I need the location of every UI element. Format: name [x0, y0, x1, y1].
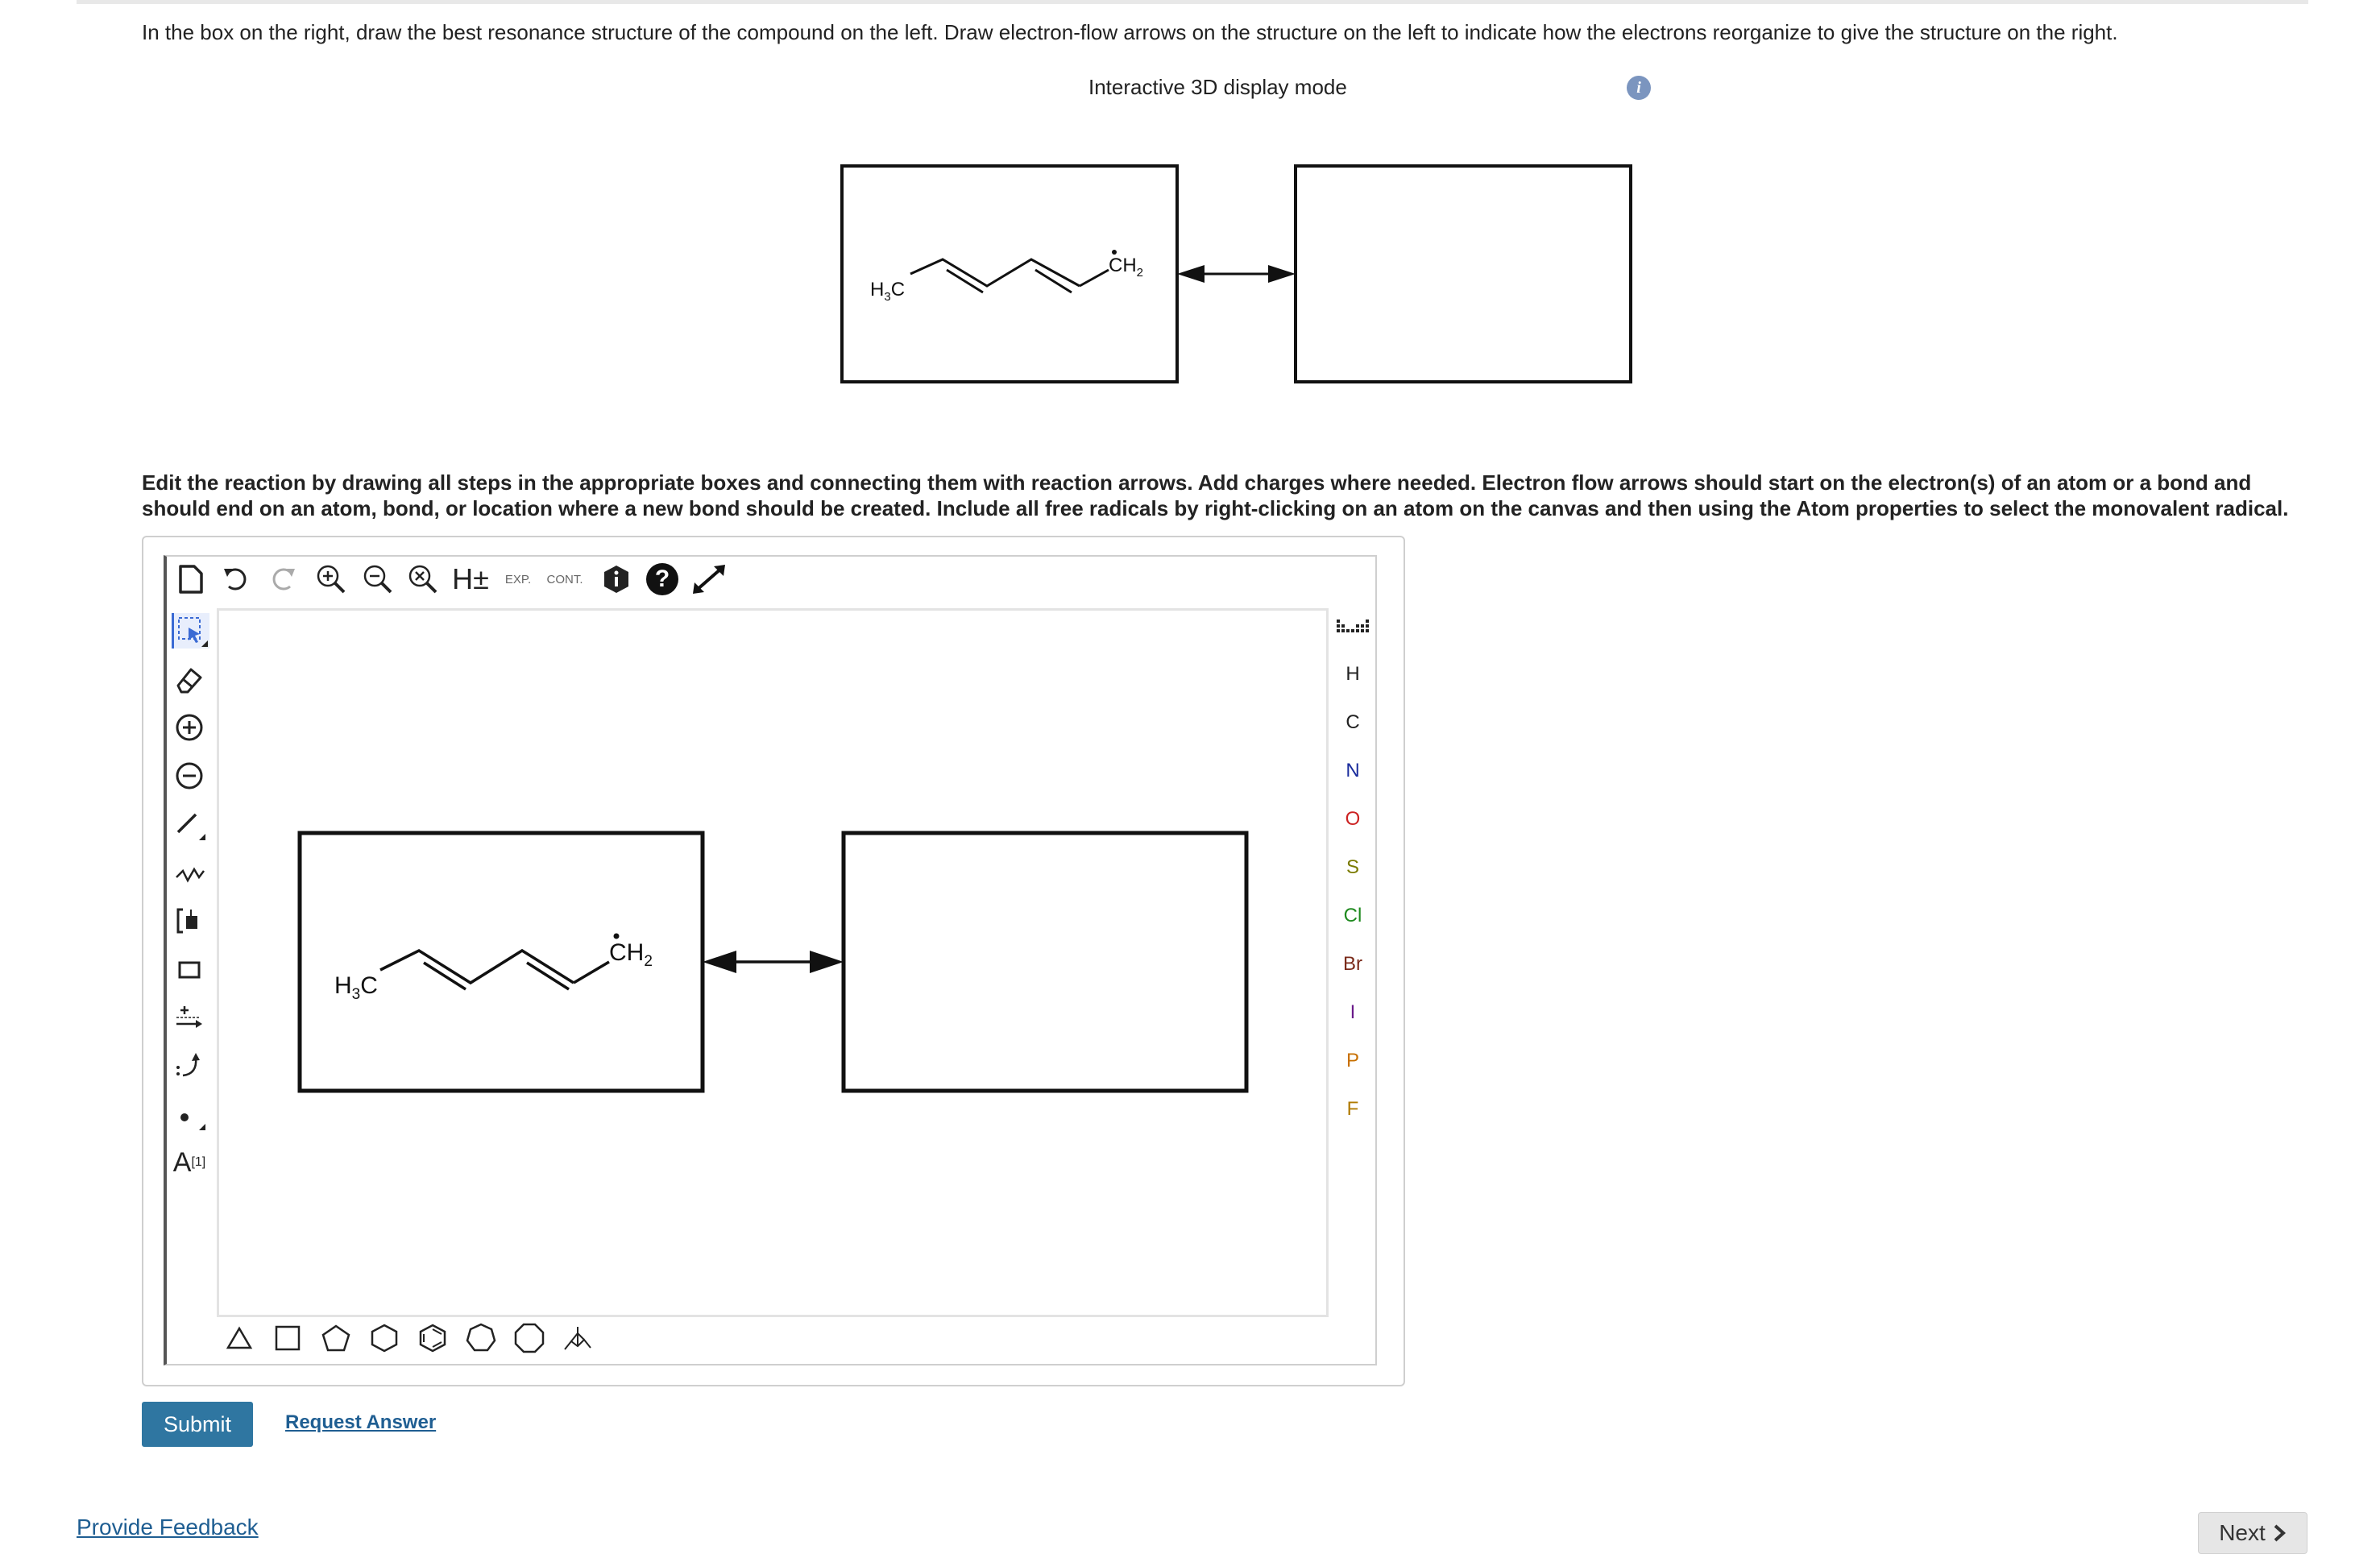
canvas-arrow-right-head — [810, 951, 844, 973]
radical-dot — [1112, 250, 1117, 255]
periodic-table-icon[interactable] — [1337, 616, 1369, 643]
canvas-arrow-left-head — [703, 951, 736, 973]
canvas-ch2-label: CH2 — [609, 939, 653, 970]
zoom-out-icon[interactable] — [360, 563, 396, 595]
display-mode-label[interactable]: Interactive 3D display mode — [1088, 75, 1347, 100]
canvas-molecule — [379, 948, 610, 991]
editor-instructions: Edit the reaction by drawing all steps i… — [142, 470, 2289, 520]
help-icon[interactable]: ? — [645, 563, 679, 595]
atom-p[interactable]: P — [1337, 1050, 1369, 1072]
chair-conformation-icon[interactable] — [562, 1320, 594, 1356]
canvas-radical-dot — [613, 933, 620, 939]
redo-icon[interactable] — [267, 563, 299, 595]
square-icon[interactable] — [272, 1320, 304, 1356]
rectangle-shape-icon[interactable] — [172, 951, 207, 987]
atom-f[interactable]: F — [1337, 1098, 1369, 1121]
electron-flow-arrow-icon[interactable] — [172, 1048, 207, 1084]
expand-icon[interactable]: EXP. — [497, 563, 539, 595]
bond-single-icon[interactable] — [172, 806, 207, 842]
editor-frame: H± EXP. CONT. ? A [1] H3C CH2 H C N O S … — [164, 555, 1377, 1365]
provide-feedback-link[interactable]: Provide Feedback — [77, 1515, 259, 1540]
request-answer-link[interactable]: Request Answer — [285, 1411, 436, 1434]
triangle-icon[interactable] — [223, 1320, 255, 1356]
question-instructions: In the box on the right, draw the best r… — [142, 20, 2118, 44]
atom-c[interactable]: C — [1337, 711, 1369, 734]
chevron-right-icon — [2274, 1524, 2286, 1542]
canvas-methyl-label: H3C — [334, 972, 378, 1003]
atom-o[interactable]: O — [1337, 808, 1369, 831]
heptagon-icon[interactable] — [465, 1320, 497, 1356]
atom-n[interactable]: N — [1337, 760, 1369, 782]
drawing-canvas[interactable]: H3C CH2 — [217, 608, 1329, 1317]
undo-icon[interactable] — [220, 563, 252, 595]
eraser-icon[interactable] — [172, 661, 207, 697]
canvas-reaction-diagram: H3C CH2 — [297, 831, 1249, 1093]
atom-h[interactable]: H — [1337, 663, 1369, 686]
charge-plus-icon[interactable] — [172, 710, 207, 745]
atom-label-icon[interactable]: A [1] — [172, 1145, 207, 1180]
contract-icon[interactable]: CONT. — [542, 563, 587, 595]
editor-top-toolbar: H± EXP. CONT. ? — [167, 557, 1375, 607]
atom-br[interactable]: Br — [1337, 953, 1369, 976]
chain-icon[interactable] — [172, 855, 207, 890]
info-3d-icon[interactable] — [600, 563, 632, 595]
resonance-arrow-left-head — [1177, 265, 1205, 283]
product-box — [1294, 164, 1632, 383]
charge-minus-icon[interactable] — [172, 758, 207, 794]
hydrogen-toggle-icon[interactable]: H± — [450, 562, 491, 595]
ch2-radical-label: CH2 — [1109, 255, 1143, 280]
reactant-molecule — [910, 258, 1109, 294]
zoom-reset-icon[interactable] — [405, 563, 441, 595]
atom-cl[interactable]: Cl — [1337, 905, 1369, 927]
benzene-icon[interactable] — [417, 1320, 449, 1356]
reference-reaction-diagram: H3C CH2 — [840, 164, 1632, 383]
new-document-icon[interactable] — [175, 563, 207, 595]
select-lasso-icon[interactable] — [172, 613, 209, 649]
octagon-icon[interactable] — [513, 1320, 545, 1356]
reaction-arrow-icon[interactable] — [172, 1000, 207, 1035]
info-icon[interactable]: i — [1627, 76, 1651, 100]
top-divider — [77, 0, 2308, 4]
atom-s[interactable]: S — [1337, 856, 1369, 879]
atom-i[interactable]: I — [1337, 1001, 1369, 1024]
next-button[interactable]: Next — [2198, 1512, 2307, 1554]
radical-dot-icon[interactable] — [172, 1096, 207, 1132]
pentagon-icon[interactable] — [320, 1320, 352, 1356]
hexagon-icon[interactable] — [368, 1320, 400, 1356]
bracket-icon[interactable] — [172, 903, 207, 939]
fullscreen-icon[interactable] — [690, 563, 728, 595]
zoom-in-icon[interactable] — [313, 563, 349, 595]
resonance-arrow-right-head — [1268, 265, 1296, 283]
canvas-product-box — [841, 831, 1249, 1093]
methyl-label: H3C — [870, 279, 905, 304]
submit-button[interactable]: Submit — [142, 1402, 253, 1447]
structure-editor: H± EXP. CONT. ? A [1] H3C CH2 H C N O S … — [142, 536, 1405, 1386]
